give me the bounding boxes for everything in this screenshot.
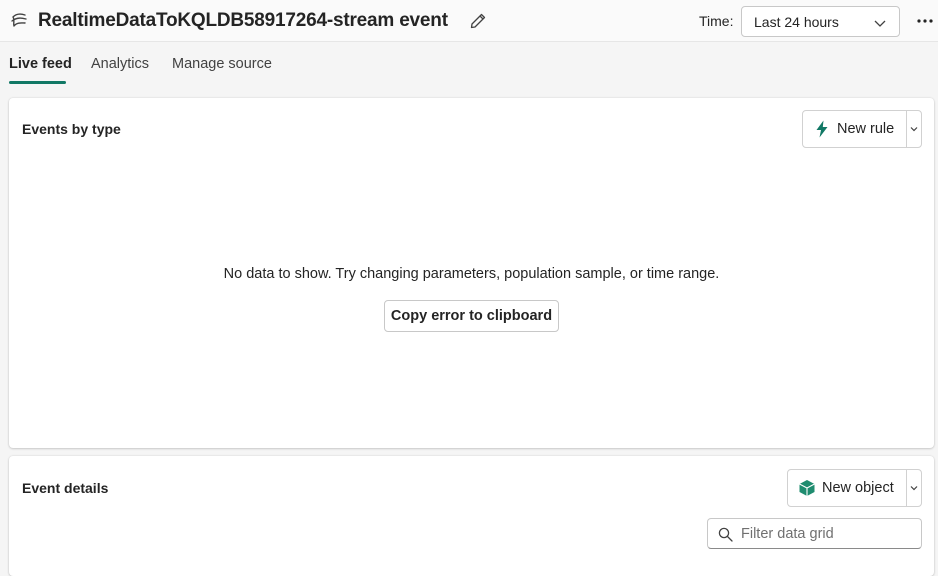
tab-manage-source[interactable]: Manage source <box>172 56 272 72</box>
event-details-card: Event details New object <box>9 456 934 576</box>
stream-icon <box>11 13 27 27</box>
filter-data-grid <box>707 518 922 549</box>
new-object-split-button: New object <box>787 469 922 507</box>
empty-state-message: No data to show. Try changing parameters… <box>223 266 720 282</box>
tab-live-feed[interactable]: Live feed <box>9 56 72 72</box>
search-icon <box>718 527 733 542</box>
edit-icon[interactable] <box>468 11 488 31</box>
events-by-type-title: Events by type <box>22 121 121 137</box>
tab-analytics[interactable]: Analytics <box>91 56 149 72</box>
more-icon[interactable] <box>915 12 935 30</box>
split-divider <box>906 111 907 147</box>
copy-error-button[interactable]: Copy error to clipboard <box>384 300 559 332</box>
time-label: Time: <box>699 13 734 29</box>
chevron-down-icon[interactable] <box>908 123 920 135</box>
chevron-down-icon[interactable] <box>908 482 920 494</box>
active-tab-indicator <box>9 81 66 84</box>
time-range-value: Last 24 hours <box>754 14 839 30</box>
tab-bar: Live feed Analytics Manage source <box>0 42 938 90</box>
split-divider <box>906 470 907 506</box>
filter-input[interactable] <box>741 524 916 544</box>
new-object-label: New object <box>822 480 894 496</box>
time-range-dropdown[interactable]: Last 24 hours <box>741 6 900 37</box>
page-title: RealtimeDataToKQLDB58917264-stream event <box>38 10 448 31</box>
event-details-title: Event details <box>22 480 109 496</box>
new-object-button[interactable]: New object <box>788 470 906 506</box>
page-header: RealtimeDataToKQLDB58917264-stream event… <box>0 0 938 42</box>
lightning-icon <box>816 120 828 138</box>
new-rule-button[interactable]: New rule <box>803 111 906 147</box>
events-by-type-card: Events by type New rule No data to show.… <box>9 98 934 448</box>
chevron-down-icon <box>874 20 886 27</box>
new-rule-split-button: New rule <box>802 110 922 148</box>
new-rule-label: New rule <box>837 121 895 137</box>
cube-icon <box>799 480 815 496</box>
